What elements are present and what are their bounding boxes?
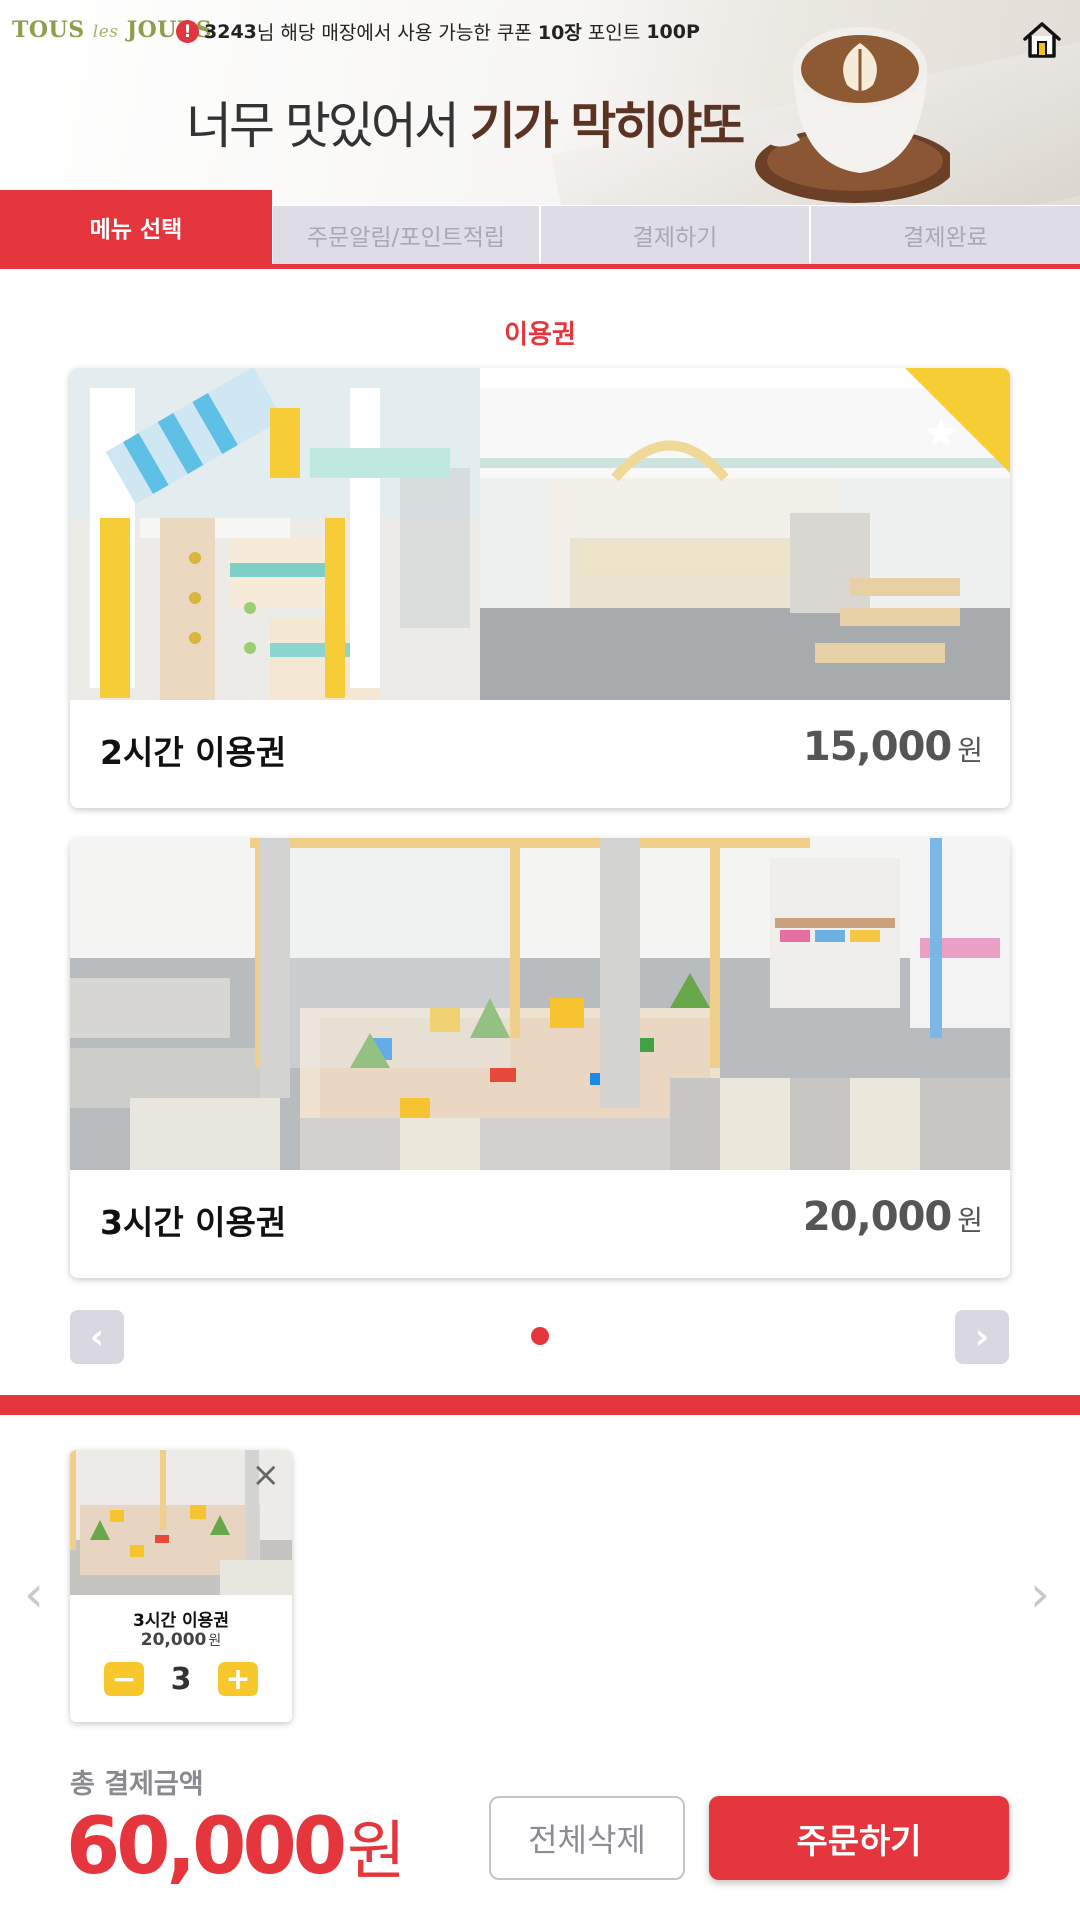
tab-payment-complete[interactable]: 결제완료 [811,206,1080,264]
total-label: 총 결제금액 [70,1769,204,1800]
plus-icon: + [225,1661,251,1697]
header-banner: TOUS les JOURS ! 3243 님 해당 매장에서 사용 가능한 쿠… [0,0,1080,205]
increase-quantity-button[interactable]: + [218,1661,258,1697]
point-balance: 100P [646,20,700,43]
member-notice: ! 3243 님 해당 매장에서 사용 가능한 쿠폰 10장 포인트 100P [176,18,700,45]
notice-text-points: 포인트 [581,22,647,44]
home-icon [1023,22,1061,58]
minus-icon: − [111,1661,137,1697]
member-number: 3243 [204,20,257,43]
clear-all-button[interactable]: 전체삭제 [489,1796,685,1880]
close-icon: × [251,1455,281,1495]
tab-payment[interactable]: 결제하기 [541,206,809,264]
next-page-button[interactable]: › [955,1310,1009,1364]
tab-menu-select[interactable]: 메뉴 선택 [0,190,272,264]
banner-slogan: 너무 맛있어서 기가 막히야또 [186,97,745,155]
product-name: 3시간 이용권 [100,1203,287,1242]
quantity-value: 3 [170,1662,192,1697]
product-card[interactable]: 2시간 이용권 15,000 원 [70,368,1010,808]
alert-icon: ! [176,20,199,43]
cart-item: × 3시간 이용권 20,000 원 − 3 + [70,1450,292,1722]
decrease-quantity-button[interactable]: − [104,1661,144,1697]
cart-item-price: 20,000 원 [140,1630,222,1650]
product-photo-sandbox [70,838,1010,1170]
tab-order-notice-points[interactable]: 주문알림/포인트적립 [273,206,539,264]
prev-page-button[interactable]: ‹ [70,1310,124,1364]
product-photo-playground [70,368,1010,700]
total-amount: 60,000원 [66,1802,406,1892]
notice-text: 님 해당 매장에서 사용 가능한 쿠폰 [256,22,538,44]
product-price: 20,000 원 [802,1194,983,1240]
cart-item-name: 3시간 이용권 [133,1611,229,1631]
latte-cup-image [755,27,950,203]
category-title: 이용권 [504,320,576,350]
page-indicator-dot [531,1327,549,1345]
chevron-left-icon: ‹ [24,1565,44,1623]
cart-next-button[interactable]: › [1030,1565,1050,1623]
coupon-count: 10장 [537,22,582,44]
cart-prev-button[interactable]: ‹ [24,1565,44,1623]
steps-underline [0,264,1080,269]
chevron-left-icon: ‹ [89,1317,104,1357]
remove-item-button[interactable]: × [252,1458,281,1492]
chevron-right-icon: › [974,1317,989,1357]
product-price: 15,000 원 [802,724,983,770]
product-name: 2시간 이용권 [100,733,287,772]
cart-divider [0,1395,1080,1415]
order-steps: 메뉴 선택 주문알림/포인트적립 결제하기 결제완료 [0,190,1080,278]
product-card[interactable]: 3시간 이용권 20,000 원 [70,838,1010,1278]
chevron-right-icon: › [1030,1565,1050,1623]
order-button[interactable]: 주문하기 [709,1796,1009,1880]
home-button[interactable] [1020,18,1064,62]
star-icon [926,418,956,446]
